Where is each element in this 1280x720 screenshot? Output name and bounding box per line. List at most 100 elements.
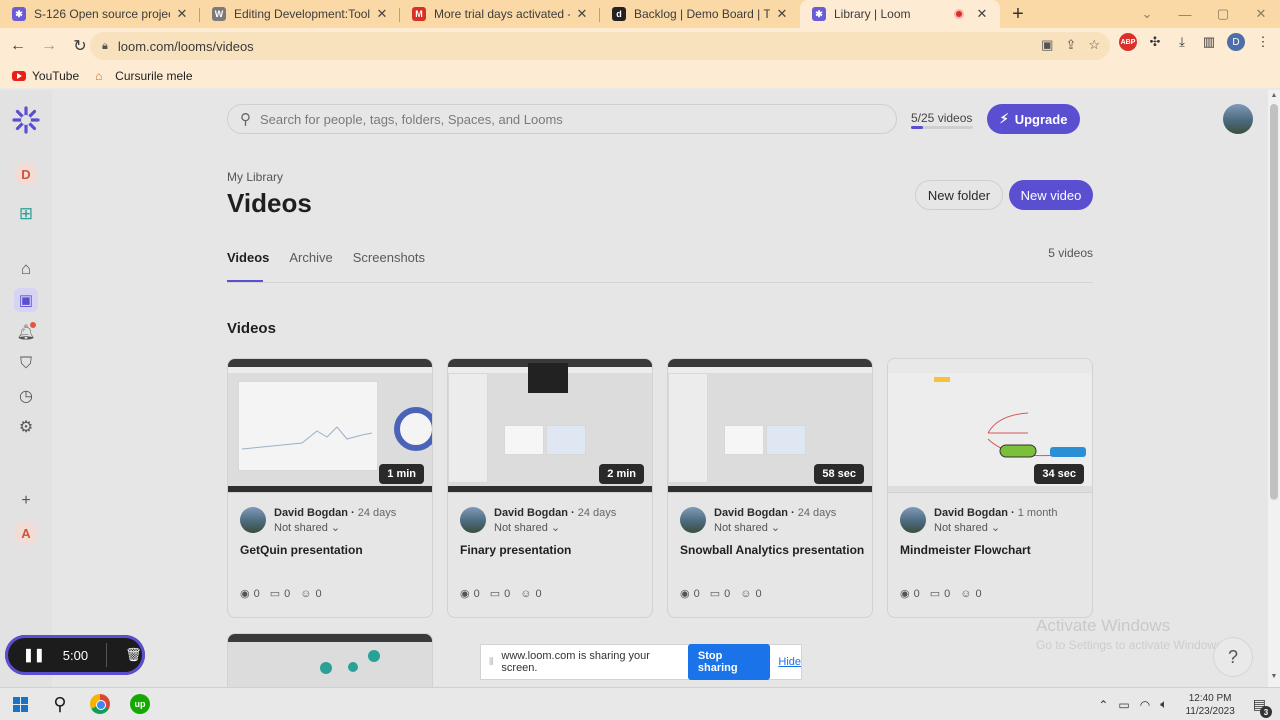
video-title[interactable]: GetQuin presentation bbox=[240, 543, 363, 557]
browser-tab-2[interactable]: W Editing Development:Tools/Team ✕ bbox=[200, 0, 400, 28]
tray-chevron-icon[interactable]: ⌃ bbox=[1098, 698, 1108, 712]
library-icon[interactable]: ▣ bbox=[14, 288, 38, 312]
help-button[interactable]: ? bbox=[1213, 637, 1253, 677]
taskbar-clock[interactable]: 12:40 PM 11/23/2023 bbox=[1185, 692, 1234, 718]
close-tab-icon[interactable]: ✕ bbox=[774, 6, 790, 22]
clock-icon[interactable]: ◷ bbox=[14, 384, 38, 408]
adblock-extension-icon[interactable]: ABP bbox=[1119, 33, 1137, 51]
minimize-icon[interactable]: — bbox=[1166, 0, 1204, 28]
breadcrumb[interactable]: My Library bbox=[227, 170, 283, 184]
video-title[interactable]: Snowball Analytics presentation bbox=[680, 543, 864, 557]
tab-screenshots[interactable]: Screenshots bbox=[353, 250, 425, 265]
address-bar[interactable]: 🔒︎ loom.com/looms/videos ▣ ⇪ ☆ bbox=[90, 32, 1110, 60]
pause-icon[interactable]: ❚❚ bbox=[23, 647, 45, 663]
download-icon[interactable]: ⤓ bbox=[1173, 33, 1191, 51]
extensions-puzzle-icon[interactable]: ✣ bbox=[1146, 33, 1164, 51]
gmail-favicon-icon: M bbox=[412, 7, 426, 21]
wifi-icon[interactable]: ◠ bbox=[1140, 698, 1150, 712]
close-tab-icon[interactable]: ✕ bbox=[574, 6, 590, 22]
upwork-taskbar-icon[interactable]: up bbox=[120, 688, 160, 720]
forward-icon[interactable]: → bbox=[36, 33, 62, 59]
video-thumbnail[interactable]: 58 sec bbox=[668, 359, 872, 493]
browser-tab-1[interactable]: ✱ S-126 Open source project man ✕ bbox=[0, 0, 200, 28]
delete-trash-icon[interactable]: 🗑︎ bbox=[125, 647, 142, 663]
hide-link[interactable]: Hide bbox=[778, 656, 801, 668]
workspace-avatar[interactable]: D bbox=[14, 162, 38, 186]
maximize-icon[interactable]: ▢ bbox=[1204, 0, 1242, 28]
tab-archive[interactable]: Archive bbox=[289, 250, 332, 265]
browser-tab-4[interactable]: d Backlog | Demo Board | Tens ✕ bbox=[600, 0, 800, 28]
comments-icon: ▭ 0 bbox=[269, 587, 291, 601]
side-panel-icon[interactable]: ▥ bbox=[1200, 33, 1218, 51]
video-title[interactable]: Finary presentation bbox=[460, 543, 571, 557]
video-thumbnail[interactable]: 1 min bbox=[228, 359, 432, 493]
tab-title: S-126 Open source project man bbox=[34, 7, 170, 21]
notification-center-icon[interactable]: ▤ 3 bbox=[1253, 696, 1272, 718]
workspace-avatar-a[interactable]: A bbox=[14, 521, 38, 545]
search-input[interactable]: ⚲ Search for people, tags, folders, Spac… bbox=[227, 104, 897, 134]
browser-tab-5-active[interactable]: ✱ Library | Loom ✕ bbox=[800, 0, 1000, 28]
video-thumbnail[interactable]: 2 min bbox=[448, 359, 652, 493]
profile-avatar[interactable]: D bbox=[1227, 33, 1245, 51]
video-card-partial[interactable] bbox=[227, 633, 433, 687]
browser-tab-3[interactable]: M More trial days activated - bogd ✕ bbox=[400, 0, 600, 28]
author-line: David Bogdan · 1 month bbox=[934, 507, 1058, 519]
drag-handle-icon[interactable]: ⦀ bbox=[489, 657, 493, 668]
video-card[interactable]: 1 min David Bogdan · 24 days Not shared … bbox=[227, 358, 433, 618]
start-button[interactable] bbox=[0, 688, 40, 720]
video-stats: ◉ 0 ▭ 0 ☺ 0 bbox=[460, 587, 542, 601]
bookmark-icon[interactable]: ⛉ bbox=[14, 352, 38, 376]
duration-badge: 2 min bbox=[599, 464, 644, 484]
close-tab-icon[interactable]: ✕ bbox=[174, 6, 190, 22]
tab-search-icon[interactable]: ⌄ bbox=[1128, 0, 1166, 28]
new-tab-button[interactable]: + bbox=[1004, 0, 1032, 28]
home-icon[interactable]: ⌂ bbox=[14, 257, 38, 281]
notifications-bell-icon[interactable]: 🔔︎ bbox=[14, 320, 38, 344]
wiki-favicon-icon: W bbox=[212, 7, 226, 21]
stop-sharing-button[interactable]: Stop sharing bbox=[687, 644, 771, 680]
scroll-down-icon: ▼ bbox=[1270, 673, 1278, 680]
share-status-dropdown[interactable]: Not shared ⌄ bbox=[714, 521, 780, 534]
share-status-dropdown[interactable]: Not shared ⌄ bbox=[274, 521, 340, 534]
battery-icon[interactable]: ▭ bbox=[1118, 698, 1129, 712]
video-title[interactable]: Mindmeister Flowchart bbox=[900, 543, 1031, 557]
close-tab-icon[interactable]: ✕ bbox=[974, 6, 990, 22]
share-icon[interactable]: ⇪ bbox=[1065, 37, 1076, 53]
views-icon: ◉ 0 bbox=[240, 587, 260, 601]
upgrade-button[interactable]: ⚡︎ Upgrade bbox=[987, 104, 1080, 134]
video-thumbnail[interactable]: 34 sec bbox=[888, 359, 1092, 493]
search-placeholder: Search for people, tags, folders, Spaces… bbox=[260, 111, 563, 127]
share-status-dropdown[interactable]: Not shared ⌄ bbox=[494, 521, 560, 534]
bookmark-youtube[interactable]: YouTube bbox=[12, 69, 79, 83]
close-tab-icon[interactable]: ✕ bbox=[374, 6, 390, 22]
sharing-message: www.loom.com is sharing your screen. bbox=[501, 650, 650, 674]
back-icon[interactable]: ← bbox=[5, 33, 31, 59]
page-scrollbar[interactable]: ▲ ▼ bbox=[1268, 90, 1280, 687]
chrome-taskbar-icon[interactable] bbox=[80, 688, 120, 720]
loom-logo-icon[interactable] bbox=[12, 106, 40, 134]
bookmark-star-icon[interactable]: ☆ bbox=[1088, 37, 1100, 53]
video-quota[interactable]: 5/25 videos bbox=[911, 111, 972, 125]
new-folder-button[interactable]: New folder bbox=[915, 180, 1003, 210]
add-workspace-icon[interactable]: + bbox=[14, 489, 38, 513]
video-card[interactable]: 58 sec David Bogdan · 24 days Not shared… bbox=[667, 358, 873, 618]
gift-icon[interactable]: ⊞ bbox=[14, 202, 38, 226]
reactions-icon: ☺ 0 bbox=[740, 587, 762, 600]
views-icon: ◉ 0 bbox=[680, 587, 700, 601]
settings-gear-icon[interactable]: ⚙ bbox=[14, 415, 38, 439]
video-card[interactable]: 34 sec David Bogdan · 1 month Not shared… bbox=[887, 358, 1093, 618]
search-taskbar-icon[interactable]: ⚲ bbox=[40, 688, 80, 720]
user-avatar[interactable] bbox=[1223, 104, 1253, 134]
cast-blocked-icon[interactable]: ▣ bbox=[1041, 37, 1053, 53]
menu-kebab-icon[interactable]: ⋮ bbox=[1254, 33, 1272, 51]
close-window-icon[interactable]: ✕ bbox=[1242, 0, 1280, 28]
new-video-button[interactable]: New video bbox=[1009, 180, 1093, 210]
share-status-dropdown[interactable]: Not shared ⌄ bbox=[934, 521, 1000, 534]
scrollbar-thumb[interactable] bbox=[1270, 104, 1278, 500]
volume-muted-icon[interactable]: 🔈︎ bbox=[1160, 697, 1167, 712]
browser-toolbar: ← → ↻ 🔒︎ loom.com/looms/videos ▣ ⇪ ☆ ABP… bbox=[0, 28, 1280, 64]
lock-icon: 🔒︎ bbox=[102, 39, 108, 52]
tab-videos[interactable]: Videos bbox=[227, 250, 269, 265]
video-card[interactable]: 2 min David Bogdan · 24 days Not shared … bbox=[447, 358, 653, 618]
bookmark-cursurile[interactable]: ⌂ Cursurile mele bbox=[95, 69, 192, 83]
